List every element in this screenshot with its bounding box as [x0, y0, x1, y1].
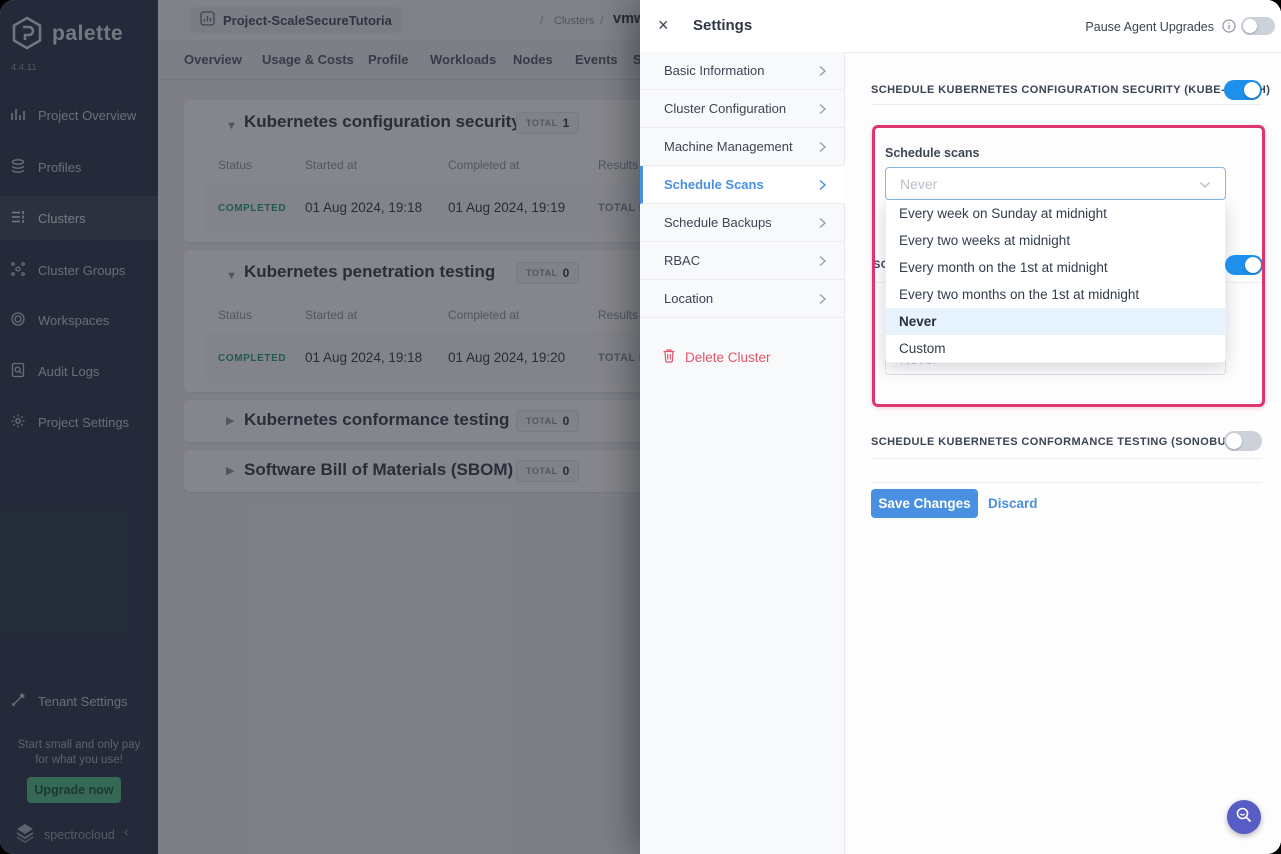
nav-location[interactable]: Location [640, 280, 845, 318]
drawer-header: × Settings Pause Agent Upgrades [640, 0, 1281, 53]
close-icon[interactable]: × [658, 15, 669, 36]
divider [871, 482, 1262, 483]
option-custom[interactable]: Custom [886, 335, 1225, 362]
modal-backdrop[interactable] [0, 0, 640, 854]
nav-label: Schedule Backups [664, 215, 772, 230]
kube-bench-toggle[interactable] [1224, 80, 1262, 100]
nav-basic-information[interactable]: Basic Information [640, 52, 845, 90]
app-window: palette 4.4.11 Project Overview Profiles… [0, 0, 1281, 854]
settings-drawer: × Settings Pause Agent Upgrades Basic In… [640, 0, 1281, 854]
option-every-two-weeks[interactable]: Every two weeks at midnight [886, 227, 1225, 254]
search-smile-icon [1235, 806, 1253, 829]
nav-label: Basic Information [664, 63, 764, 78]
schedule-scans-select[interactable]: Never [885, 167, 1226, 200]
pause-agent-upgrades-toggle[interactable] [1241, 17, 1275, 35]
info-icon[interactable] [1222, 19, 1236, 38]
divider [871, 458, 1262, 459]
drawer-title: Settings [693, 17, 752, 34]
trash-icon [662, 348, 676, 366]
nav-machine-management[interactable]: Machine Management [640, 128, 845, 166]
nav-label: Schedule Scans [664, 177, 764, 192]
chevron-down-icon [1199, 176, 1211, 192]
nav-label: RBAC [664, 253, 700, 268]
delete-cluster-button[interactable]: Delete Cluster [640, 342, 845, 372]
save-changes-button[interactable]: Save Changes [871, 489, 978, 518]
search-feedback-fab[interactable] [1227, 800, 1261, 834]
option-every-week[interactable]: Every week on Sunday at midnight [886, 200, 1225, 227]
schedule-scans-dropdown: Every week on Sunday at midnight Every t… [885, 200, 1226, 363]
option-every-two-months[interactable]: Every two months on the 1st at midnight [886, 281, 1225, 308]
kube-bench-label: SCHEDULE KUBERNETES CONFIGURATION SECURI… [871, 84, 1270, 96]
delete-cluster-label: Delete Cluster [685, 350, 771, 365]
kube-hunter-toggle[interactable] [1225, 255, 1263, 275]
nav-label: Cluster Configuration [664, 101, 786, 116]
drawer-nav: Basic Information Cluster Configuration … [640, 52, 845, 854]
option-never[interactable]: Never [886, 308, 1225, 335]
sonobuoy-toggle[interactable] [1224, 431, 1262, 451]
schedule-scans-label: Schedule scans [885, 146, 980, 160]
nav-label: Machine Management [664, 139, 793, 154]
sonobuoy-label: SCHEDULE KUBERNETES CONFORMANCE TESTING … [871, 436, 1247, 448]
nav-cluster-configuration[interactable]: Cluster Configuration [640, 90, 845, 128]
nav-schedule-backups[interactable]: Schedule Backups [640, 204, 845, 242]
nav-schedule-scans[interactable]: Schedule Scans [640, 166, 845, 204]
pause-agent-upgrades-label: Pause Agent Upgrades [1080, 20, 1214, 34]
divider [871, 104, 1262, 105]
select-value: Never [900, 176, 937, 192]
nav-rbac[interactable]: RBAC [640, 242, 845, 280]
option-every-month[interactable]: Every month on the 1st at midnight [886, 254, 1225, 281]
nav-label: Location [664, 291, 713, 306]
discard-button[interactable]: Discard [988, 496, 1038, 511]
